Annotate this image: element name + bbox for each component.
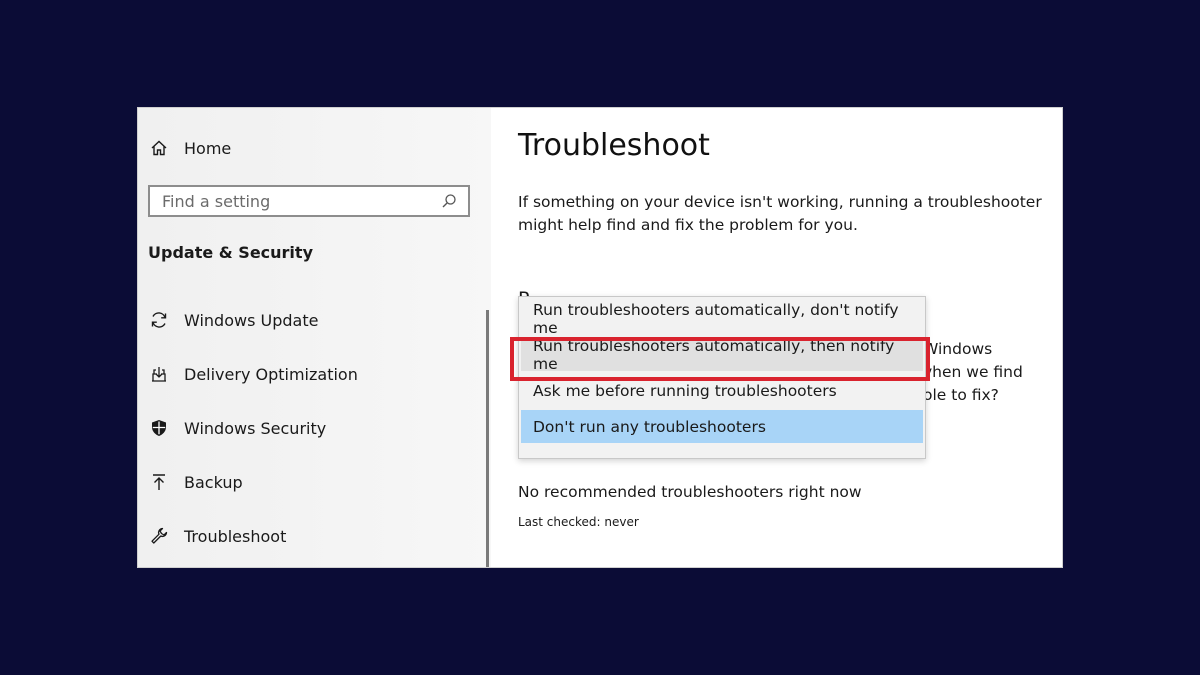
dropdown-option-dont-run[interactable]: Don't run any troubleshooters (521, 410, 923, 443)
delivery-optimization-icon (148, 363, 170, 385)
sync-icon (148, 309, 170, 331)
dropdown-option-ask-first[interactable]: Ask me before running troubleshooters (521, 374, 923, 407)
page-description: If something on your device isn't workin… (518, 193, 1042, 234)
section-title: Update & Security (148, 243, 313, 262)
sidebar-item-windows-update[interactable]: Windows Update (148, 307, 318, 333)
dropdown-option-label: Run troubleshooters automatically, then … (533, 336, 895, 373)
sidebar-item-troubleshoot[interactable]: Troubleshoot (148, 523, 286, 549)
search-field[interactable] (148, 185, 470, 217)
sidebar-item-windows-security[interactable]: Windows Security (148, 415, 326, 441)
page-title: Troubleshoot (518, 128, 710, 163)
sidebar-item-label: Delivery Optimization (184, 364, 358, 384)
obscured-line: ole to fix? (923, 386, 999, 404)
troubleshooter-preference-dropdown[interactable]: Run troubleshooters automatically, don't… (518, 296, 926, 459)
obscured-line: vhen we find (923, 363, 1023, 381)
sidebar-item-backup[interactable]: Backup (148, 469, 243, 495)
sidebar-scrollbar[interactable] (486, 310, 489, 567)
dropdown-option-auto-no-notify[interactable]: Run troubleshooters automatically, don't… (521, 300, 923, 337)
troubleshooter-status: No recommended troubleshooters right now (518, 483, 862, 501)
wrench-icon (148, 525, 170, 547)
obscured-description: Windows vhen we find ole to fix? (923, 338, 1062, 407)
backup-arrow-icon (148, 471, 170, 493)
sidebar-item-label: Backup (184, 472, 243, 492)
sidebar: Home Update & Security Windows Update De… (138, 108, 491, 567)
dropdown-option-label: Run troubleshooters automatically, don't… (533, 300, 899, 337)
home-nav-item[interactable]: Home (148, 136, 231, 160)
search-input[interactable] (162, 191, 432, 211)
dropdown-option-label: Don't run any troubleshooters (533, 417, 766, 436)
sidebar-item-label: Windows Security (184, 418, 327, 438)
shield-icon (148, 417, 170, 439)
dropdown-option-auto-notify[interactable]: Run troubleshooters automatically, then … (521, 336, 923, 373)
sidebar-item-label: Windows Update (184, 310, 319, 330)
search-icon[interactable] (438, 190, 460, 212)
home-label: Home (184, 138, 232, 158)
sidebar-item-delivery-optimization[interactable]: Delivery Optimization (148, 361, 358, 387)
sidebar-item-label: Troubleshoot (184, 526, 287, 546)
last-checked-text: Last checked: never (518, 515, 639, 529)
home-icon (148, 137, 170, 159)
obscured-line: Windows (923, 340, 993, 358)
dropdown-option-label: Ask me before running troubleshooters (533, 381, 837, 400)
